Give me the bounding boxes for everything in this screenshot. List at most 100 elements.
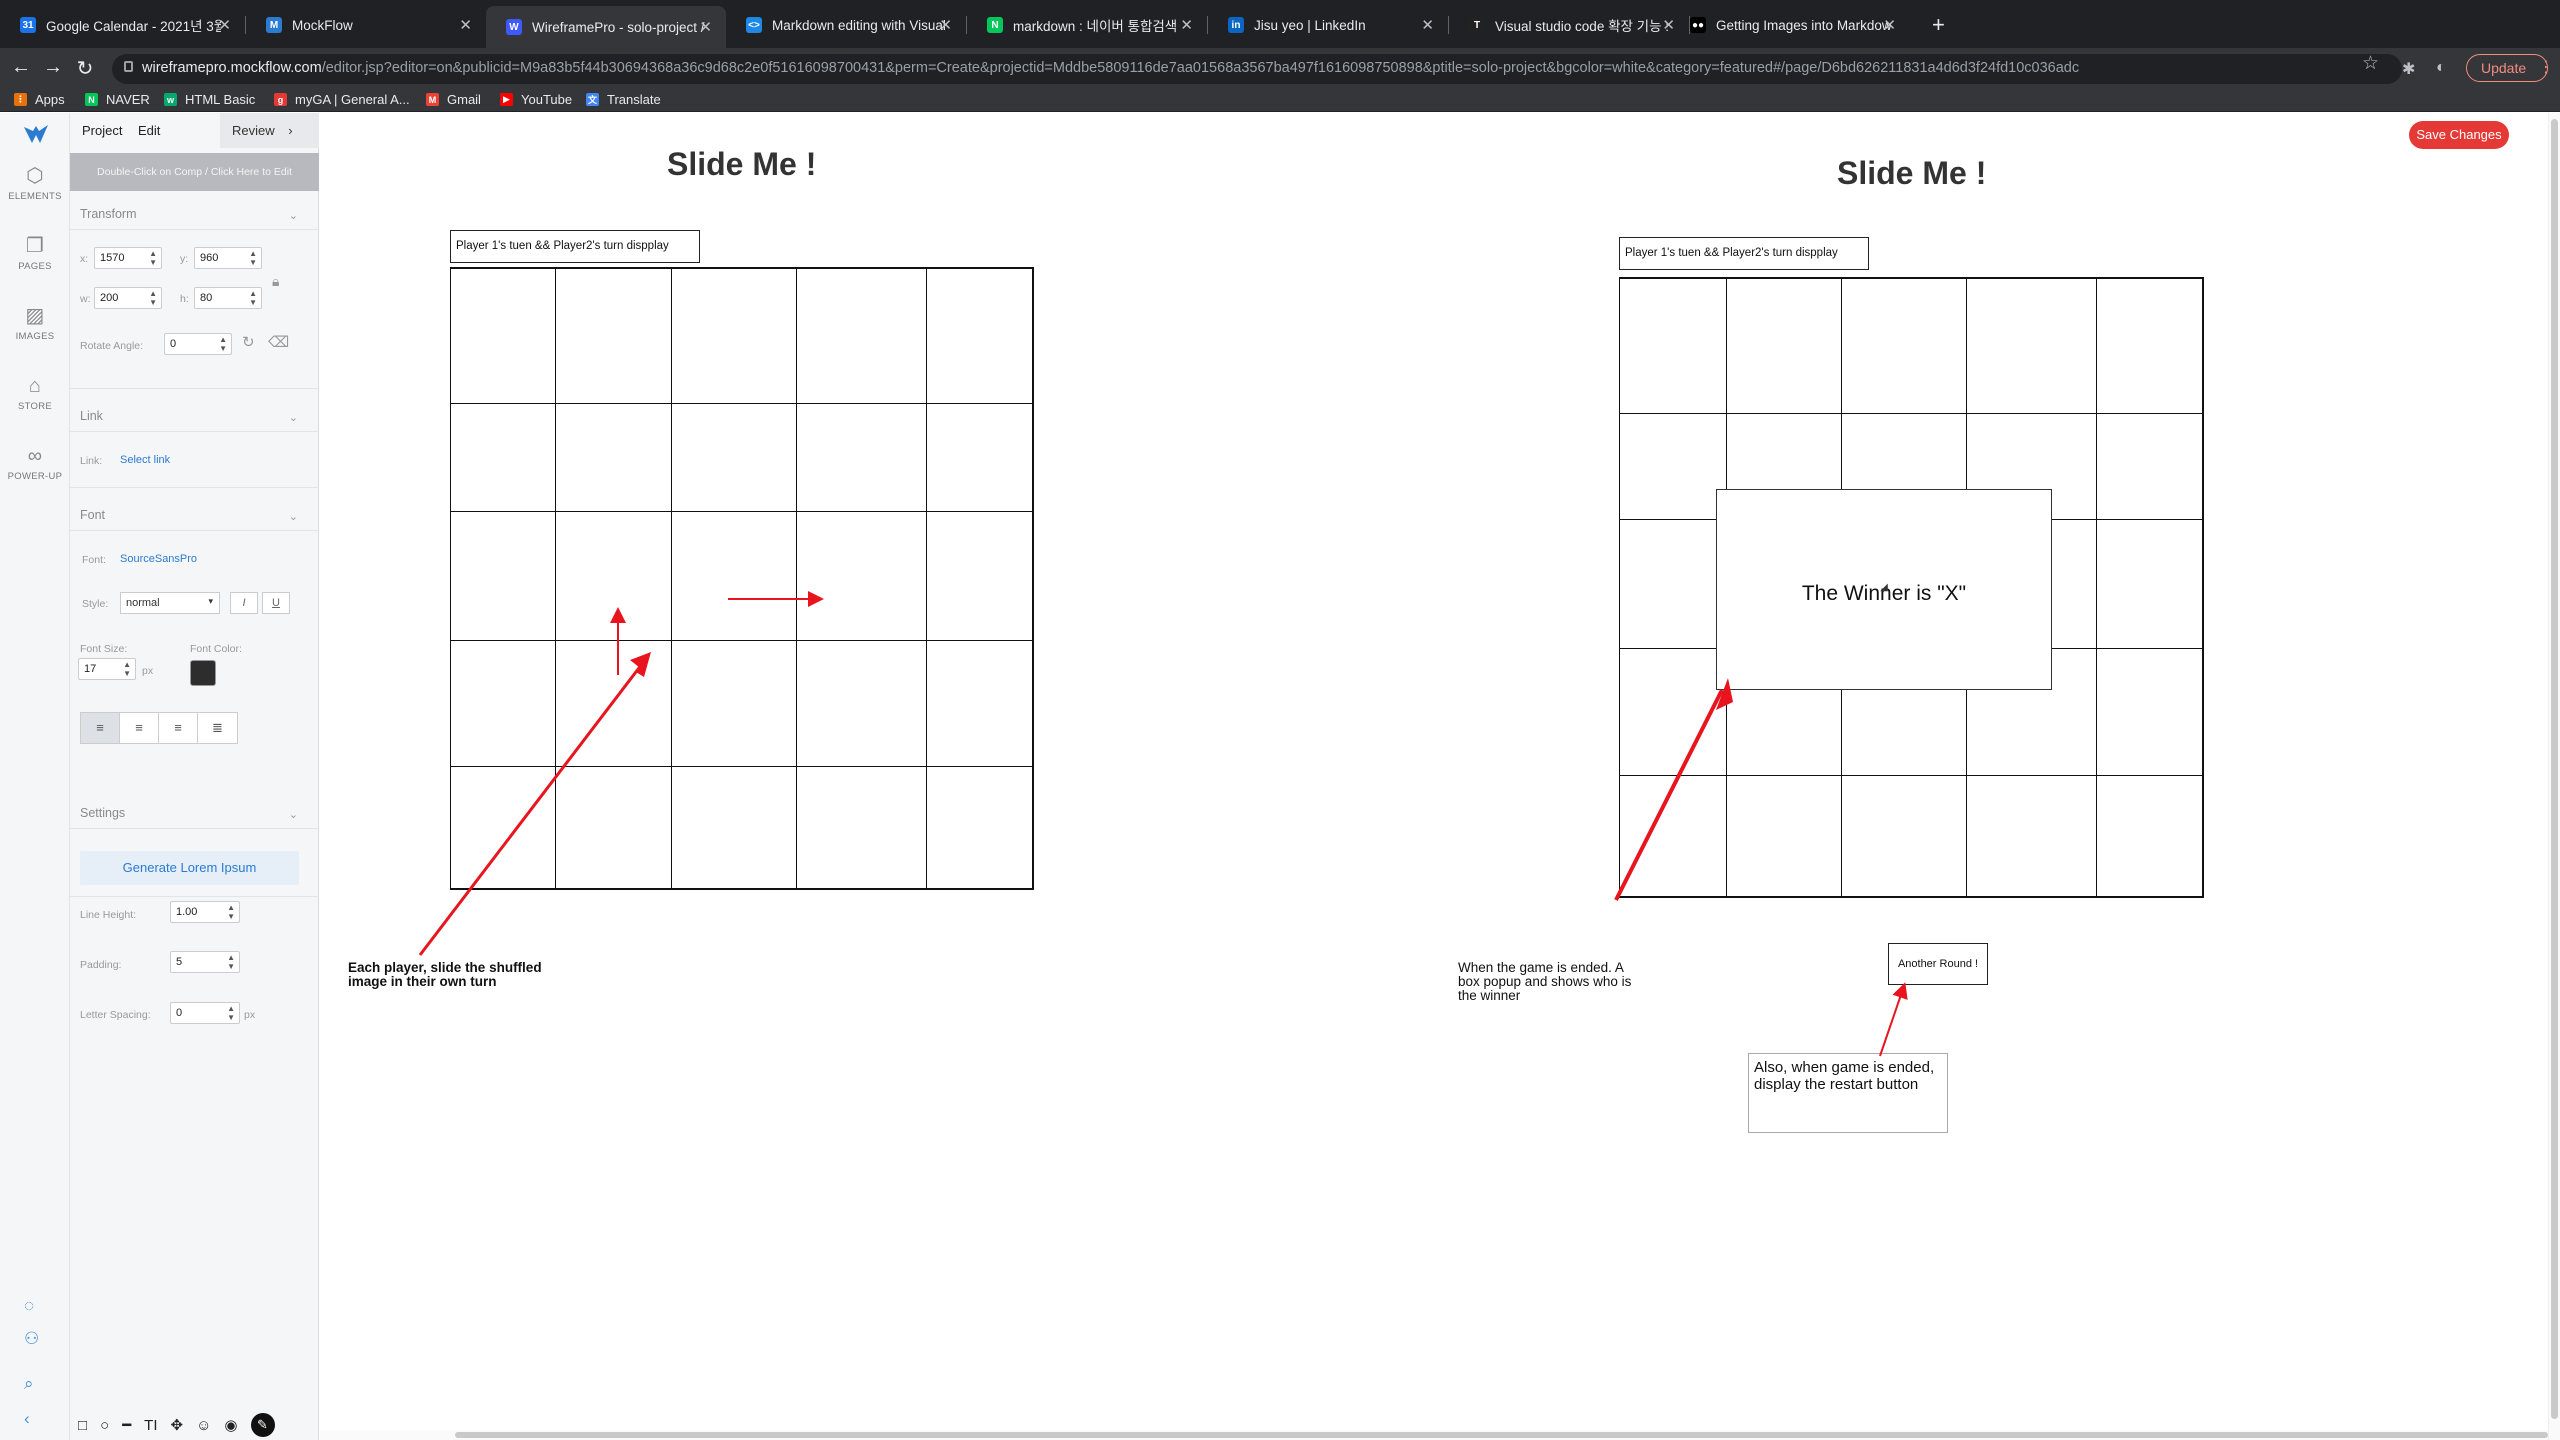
stepper-icon[interactable]: ▲ ▼ [123,660,131,678]
resize-handle-icon[interactable]: ◢ [1717,582,2051,685]
extensions-puzzle-icon[interactable]: ✱ [2402,59,2415,79]
wireframe-canvas[interactable] [320,113,2560,1440]
line-height-input[interactable]: 1.00 ▲ ▼ [170,901,240,923]
x-input[interactable]: 1570 ▲ ▼ [94,247,162,269]
tab-wireframepro[interactable]: W WireframePro - solo-project / F ✕ [486,6,726,48]
bookmark-translate[interactable]: 文 Translate [586,92,661,107]
rail-power-up[interactable]: ∞ POWER-UP [0,445,70,482]
line-tool-icon[interactable]: ━ [122,1416,131,1434]
zoom-icon[interactable]: ⌕ [24,1374,34,1394]
chevron-down-icon[interactable]: ⌄ [289,209,298,222]
menu-edit[interactable]: Edit [138,123,160,138]
edit-hint-bar[interactable]: Double-Click on Comp / Click Here to Edi… [70,153,319,191]
tab-vscode-extension[interactable]: T Visual studio code 확장 기능 : G ✕ [1449,9,1689,41]
tab-images-markdown[interactable]: ●● Getting Images into Markdown ✕ [1670,9,1910,41]
vertical-scrollbar[interactable] [2548,113,2560,1440]
lock-ratio-icon[interactable]: 🔒︎ [272,273,279,290]
align-center-icon[interactable]: ≡ [120,713,159,743]
stepper-icon[interactable]: ▲ ▼ [227,1004,235,1022]
underline-button[interactable]: U [262,592,290,614]
font-style-select[interactable]: normal ▾ [120,592,220,614]
save-changes-button[interactable]: Save Changes [2409,121,2509,149]
tab-linkedin[interactable]: in Jisu yeo | LinkedIn ✕ [1208,9,1448,41]
left-annotation-note[interactable]: Each player, slide the shuffled image in… [348,961,548,989]
width-input[interactable]: 200 ▲ ▼ [94,287,162,309]
rail-elements[interactable]: ⬡ ELEMENTS [0,165,70,202]
profile-avatar[interactable]: ◐ [2436,59,2446,77]
move-tool-icon[interactable]: ✥ [171,1416,184,1434]
circle-tool-icon[interactable]: ○ [100,1417,109,1434]
font-size-input[interactable]: 17 ▲ ▼ [78,658,136,680]
menu-kebab-icon[interactable]: ⋮ [2538,57,2554,77]
chevron-down-icon[interactable]: ⌄ [289,510,298,523]
section-transform-title[interactable]: Transform [80,207,137,221]
right-page-title[interactable]: Slide Me ! [1837,155,1986,192]
bookmark-apps[interactable]: ⋮ Apps [14,92,65,107]
winner-popup[interactable]: The Winner is "X" ◢ [1716,489,2052,690]
stepper-icon[interactable]: ▲ ▼ [249,289,257,307]
scroll-thumb[interactable] [455,1432,2548,1438]
bookmark-naver[interactable]: N NAVER [85,92,150,107]
section-link-title[interactable]: Link [80,409,103,423]
close-icon[interactable]: ✕ [1883,16,1896,34]
collapse-chevron-icon[interactable]: ‹ [24,1409,30,1429]
select-link[interactable]: Select link [120,454,170,466]
comment-icon[interactable]: ◌ [24,1296,34,1316]
right-annotation-note[interactable]: When the game is ended. A box popup and … [1458,961,1648,1003]
bookmark-star-icon[interactable]: ☆ [2362,52,2379,75]
tab-naver-search[interactable]: N markdown : 네이버 통합검색 ✕ [967,9,1207,41]
tab-markdown-vscode[interactable]: <> Markdown editing with Visual S ✕ [726,9,966,41]
collaborators-icon[interactable]: ⚇ [24,1329,39,1349]
wireframepro-logo-icon[interactable] [22,123,50,149]
section-settings-title[interactable]: Settings [80,806,125,820]
left-page-title[interactable]: Slide Me ! [667,146,816,183]
close-icon[interactable]: ✕ [1421,16,1434,34]
align-justify-icon[interactable]: ≣ [198,713,237,743]
letter-spacing-input[interactable]: 0 ▲ ▼ [170,1002,240,1024]
emoji-tool-icon[interactable]: ☺ [196,1417,211,1434]
generate-lorem-ipsum-button[interactable]: Generate Lorem Ipsum [80,851,299,885]
restart-note-textbox[interactable]: Also, when game is ended, display the re… [1748,1053,1948,1133]
bookmark-html-basic[interactable]: w HTML Basic [164,92,255,107]
font-color-swatch[interactable] [190,660,216,686]
section-font-title[interactable]: Font [80,508,105,522]
rail-pages[interactable]: ❐ PAGES [0,235,70,272]
rail-images[interactable]: ▨ IMAGES [0,305,70,342]
address-bar[interactable]: wireframepro.mockflow.com/editor.jsp?edi… [112,54,2402,84]
rail-store[interactable]: ⌂ STORE [0,375,70,412]
another-round-button[interactable]: Another Round ! [1888,943,1988,985]
scroll-thumb[interactable] [2551,119,2558,1419]
horizontal-scrollbar[interactable] [320,1430,2548,1440]
pen-tool-icon[interactable]: ✎ [250,1413,275,1437]
new-tab-button[interactable]: + [1932,12,1945,38]
stepper-icon[interactable]: ▲ ▼ [249,249,257,267]
y-input[interactable]: 960 ▲ ▼ [194,247,262,269]
menu-project[interactable]: Project [82,123,122,138]
update-button[interactable]: Update [2466,54,2548,82]
close-icon[interactable]: ✕ [699,18,712,36]
reload-icon[interactable]: ↻ [72,56,98,81]
stepper-icon[interactable]: ▲ ▼ [219,335,227,353]
back-arrow-icon[interactable]: ← [8,56,34,79]
align-right-icon[interactable]: ≡ [159,713,198,743]
height-input[interactable]: 80 ▲ ▼ [194,287,262,309]
bookmark-myga[interactable]: g myGA | General A... [274,92,410,107]
close-icon[interactable]: ✕ [1180,16,1193,34]
padding-input[interactable]: 5 ▲ ▼ [170,951,240,973]
close-icon[interactable]: ✕ [459,16,472,34]
align-left-icon[interactable]: ≡ [81,713,120,743]
italic-button[interactable]: I [230,592,258,614]
stepper-icon[interactable]: ▲ ▼ [149,249,157,267]
rotate-input[interactable]: 0 ▲ ▼ [164,333,232,355]
chevron-down-icon[interactable]: ⌄ [289,808,298,821]
close-icon[interactable]: ✕ [218,16,231,34]
bookmark-gmail[interactable]: M Gmail [426,92,481,107]
font-family-select[interactable]: SourceSansPro [120,553,197,565]
menu-review[interactable]: Review › [220,113,319,148]
left-turn-display[interactable]: Player 1's tuen && Player2's turn disppl… [450,230,700,263]
forward-arrow-icon[interactable]: → [40,56,66,79]
stepper-icon[interactable]: ▲ ▼ [149,289,157,307]
close-icon[interactable]: ✕ [939,16,952,34]
text-tool-icon[interactable]: TI [144,1417,157,1434]
rectangle-tool-icon[interactable]: □ [78,1417,87,1434]
